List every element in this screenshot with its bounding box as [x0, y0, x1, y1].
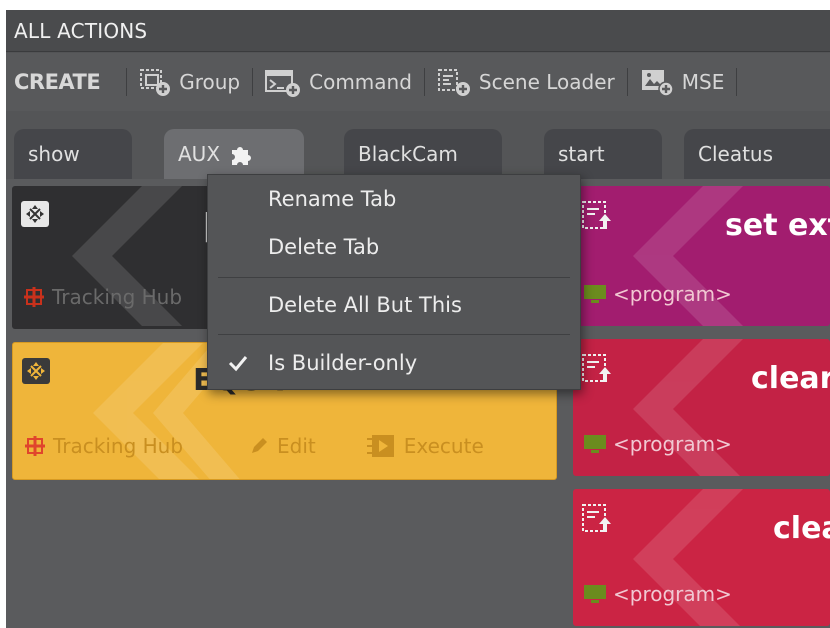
create-scene-loader-label: Scene Loader: [478, 70, 615, 94]
scene-loader-icon: [581, 200, 615, 238]
scene-loader-icon: [581, 503, 615, 541]
card-execute-button[interactable]: Execute: [366, 433, 484, 459]
create-scene-loader-button[interactable]: Scene Loader: [437, 67, 615, 97]
toolbar-separator: [423, 68, 425, 96]
panel-titlebar: ALL ACTIONS: [6, 10, 830, 52]
group-add-icon: [140, 69, 171, 96]
action-card-set-ext[interactable]: set ext <program>: [573, 186, 830, 326]
tab-bar: Cleatus start BlackCam AUX show: [6, 111, 830, 179]
panel-title: ALL ACTIONS: [14, 18, 148, 43]
mse-add-icon: [641, 70, 674, 97]
create-command-button[interactable]: Command: [265, 67, 412, 97]
card-source: Tracking Hub: [22, 285, 182, 309]
menu-item-is-builder-only[interactable]: Is Builder-only: [208, 343, 580, 383]
create-command-label: Command: [309, 70, 412, 94]
tracking-hub-source-icon: [25, 436, 45, 456]
menu-item-label: Rename Tab: [268, 187, 397, 211]
card-source-label: Tracking Hub: [52, 285, 183, 309]
menu-item-label: Is Builder-only: [268, 351, 418, 375]
tab-label: Cleatus: [698, 142, 774, 166]
command-add-icon: [265, 70, 301, 97]
action-card-dark[interactable]: | Tracking Hub: [12, 186, 216, 329]
pencil-icon: [252, 438, 268, 453]
puzzle-icon: [232, 147, 252, 165]
edit-label: Edit: [277, 434, 316, 458]
tab-label: AUX: [178, 142, 221, 166]
checkmark-icon: [228, 356, 248, 372]
execute-icon: [366, 435, 394, 457]
tab-show[interactable]: show: [14, 129, 168, 179]
card-title: set ext: [725, 208, 830, 243]
scene-loader-add-icon: [437, 69, 470, 96]
toolbar-separator: [252, 68, 254, 96]
toolbar-separator: [126, 68, 128, 96]
scene-loader-icon: [581, 353, 615, 391]
card-program-label: <program>: [613, 282, 732, 306]
action-card-clea[interactable]: clea <program>: [573, 489, 830, 626]
toolbar-separator: [736, 68, 738, 96]
menu-separator: [218, 334, 570, 335]
monitor-icon: [584, 585, 606, 603]
execute-label: Execute: [403, 434, 484, 458]
card-source-label: Tracking Hub: [53, 434, 184, 458]
tracking-hub-icon: [21, 357, 51, 389]
card-title: clea: [773, 511, 830, 546]
all-actions-panel: ALL ACTIONS CREATE Group Command Scene L…: [6, 10, 830, 628]
menu-item-label: Delete All But This: [268, 293, 462, 317]
toolbar-separator: [626, 68, 628, 96]
card-program-row: <program>: [583, 432, 732, 456]
create-label: CREATE: [14, 70, 101, 94]
create-mse-label: MSE: [681, 70, 725, 94]
card-program-label: <program>: [613, 432, 732, 456]
monitor-icon: [584, 285, 606, 303]
menu-item-rename-tab[interactable]: Rename Tab: [208, 179, 580, 219]
card-edit-button[interactable]: Edit: [249, 434, 316, 458]
tracking-hub-source-icon: [24, 287, 44, 307]
create-group-button[interactable]: Group: [139, 67, 240, 97]
menu-separator: [218, 277, 570, 278]
menu-item-delete-tab[interactable]: Delete Tab: [208, 227, 580, 267]
tab-label: show: [28, 142, 80, 166]
tab-label: start: [558, 142, 605, 166]
card-title: clear: [751, 361, 830, 396]
create-toolbar: CREATE Group Command Scene Loader MSE: [6, 53, 830, 111]
create-group-label: Group: [179, 70, 241, 94]
card-program-row: <program>: [583, 282, 732, 306]
menu-item-label: Delete Tab: [268, 235, 380, 259]
tracking-hub-icon: [20, 200, 50, 232]
create-mse-button[interactable]: MSE: [640, 67, 725, 97]
tab-cleatus[interactable]: Cleatus: [684, 129, 830, 179]
tab-context-menu: Rename Tab Delete Tab Delete All But Thi…: [207, 174, 581, 390]
tab-aux[interactable]: AUX: [164, 129, 340, 179]
tab-blackcam[interactable]: BlackCam: [344, 129, 538, 179]
card-program-label: <program>: [613, 582, 732, 606]
tab-start[interactable]: start: [544, 129, 698, 179]
menu-item-delete-all-but-this[interactable]: Delete All But This: [208, 285, 580, 325]
monitor-icon: [584, 435, 606, 453]
card-actions-row: Tracking Hub Edit Execute: [23, 433, 484, 459]
tab-label: BlackCam: [358, 142, 458, 166]
action-card-clear[interactable]: clear <program>: [573, 339, 830, 476]
card-program-row: <program>: [583, 582, 732, 606]
